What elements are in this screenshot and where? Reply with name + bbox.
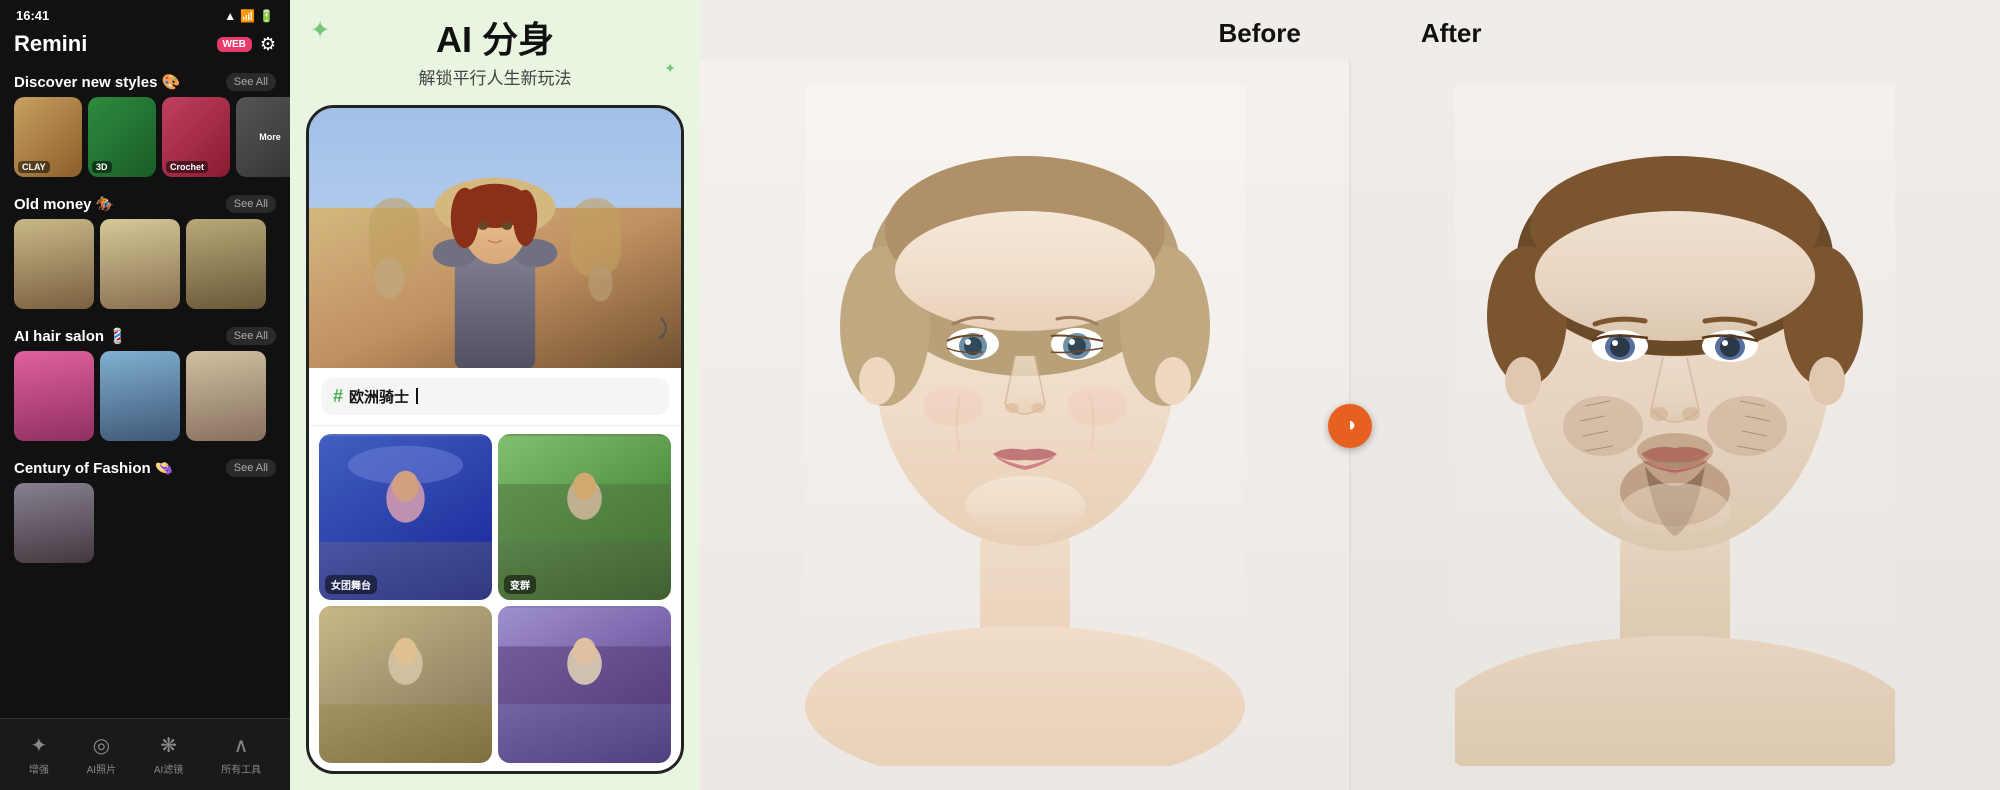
compare-icon: ◑ bbox=[1344, 414, 1356, 437]
hash-icon: # bbox=[333, 386, 343, 407]
hair-item-3[interactable] bbox=[186, 351, 266, 441]
hair-item-1[interactable] bbox=[14, 351, 94, 441]
face-after bbox=[1350, 61, 2000, 790]
hair-salon-row bbox=[0, 351, 290, 451]
old-money-see-all[interactable]: See All bbox=[226, 195, 276, 213]
old-money-item-1[interactable] bbox=[14, 219, 94, 309]
discover-see-all[interactable]: See All bbox=[226, 73, 276, 91]
middle-subtitle: 解锁平行人生新玩法 bbox=[306, 64, 684, 89]
before-after-header: Before After bbox=[700, 0, 2000, 61]
card-3-image bbox=[319, 606, 492, 706]
bottom-item-all-tools[interactable]: ∧ 所有工具 bbox=[221, 733, 261, 776]
old-money-header: Old money 🏇 See All bbox=[0, 187, 290, 219]
fashion-title: Century of Fashion 👒 bbox=[14, 459, 174, 477]
grid-card-3[interactable] bbox=[319, 606, 492, 763]
app-title: Remini bbox=[14, 31, 87, 57]
card-4-image bbox=[498, 606, 671, 706]
status-icons: ▲ 📶 🔋 bbox=[224, 9, 274, 23]
hair-salon-title: AI hair salon 💈 bbox=[14, 327, 127, 345]
card-1-label: 女团舞台 bbox=[325, 575, 377, 594]
style-item-crochet[interactable]: Crochet bbox=[162, 97, 230, 177]
style-item-more[interactable]: More bbox=[236, 97, 290, 177]
hero-svg bbox=[309, 108, 681, 368]
fashion-row bbox=[0, 483, 290, 567]
wifi-icon: ▲ bbox=[224, 9, 236, 23]
middle-title: AI 分身 bbox=[306, 20, 684, 60]
battery-icon: 🔋 bbox=[259, 9, 274, 23]
divider-handle[interactable]: ◑ bbox=[1328, 404, 1372, 448]
crochet-label: Crochet bbox=[166, 161, 208, 173]
signal-icon: 📶 bbox=[240, 9, 255, 23]
fashion-see-all[interactable]: See All bbox=[226, 459, 276, 477]
before-label: Before bbox=[1158, 18, 1360, 49]
grid-card-1[interactable]: 女团舞台 bbox=[319, 434, 492, 601]
enhance-label: 增强 bbox=[29, 761, 49, 776]
card-1-image bbox=[319, 434, 492, 544]
phone-mockup: # 欧洲骑士 bbox=[306, 105, 684, 774]
status-bar: 16:41 ▲ 📶 🔋 bbox=[0, 0, 290, 27]
hair-salon-see-all[interactable]: See All bbox=[226, 327, 276, 345]
ai-filter-icon: ❋ bbox=[160, 733, 177, 758]
right-panel: Before After bbox=[700, 0, 2000, 790]
ai-filter-label: AI滤镜 bbox=[154, 761, 183, 776]
3d-label: 3D bbox=[92, 161, 112, 173]
face-before bbox=[700, 61, 1350, 790]
old-money-item-3[interactable] bbox=[186, 219, 266, 309]
header-badges: WEB ⚙ bbox=[217, 34, 276, 55]
scroll-content[interactable]: Discover new styles 🎨 See All CLAY 3D Cr… bbox=[0, 65, 290, 790]
more-label: More bbox=[259, 132, 281, 142]
all-tools-icon: ∧ bbox=[234, 733, 249, 758]
hair-salon-header: AI hair salon 💈 See All bbox=[0, 319, 290, 351]
old-money-title: Old money 🏇 bbox=[14, 195, 114, 213]
web-badge[interactable]: WEB bbox=[217, 37, 252, 52]
time: 16:41 bbox=[16, 8, 49, 23]
style-item-3d[interactable]: 3D bbox=[88, 97, 156, 177]
female-face-svg bbox=[805, 86, 1245, 766]
style-item-clay[interactable]: CLAY bbox=[14, 97, 82, 177]
card-2-label: 变群 bbox=[504, 575, 536, 594]
ai-photo-label: AI照片 bbox=[87, 761, 116, 776]
input-text: 欧洲骑士 bbox=[349, 386, 409, 407]
deco-star-1: ✦ bbox=[310, 16, 330, 45]
fashion-item-1[interactable] bbox=[14, 483, 94, 563]
gear-icon[interactable]: ⚙ bbox=[260, 34, 276, 55]
clay-label: CLAY bbox=[18, 161, 50, 173]
mockup-input-area: # 欧洲骑士 bbox=[309, 368, 681, 426]
discover-header: Discover new styles 🎨 See All bbox=[0, 65, 290, 97]
discover-title: Discover new styles 🎨 bbox=[14, 73, 180, 91]
grid-card-4[interactable] bbox=[498, 606, 671, 763]
bottom-bar: ✦ 增强 ◎ AI照片 ❋ AI滤镜 ∧ 所有工具 bbox=[0, 718, 290, 790]
deco-star-2: ✦ bbox=[664, 60, 676, 77]
app-header: Remini WEB ⚙ bbox=[0, 27, 290, 65]
bottom-item-ai-photo[interactable]: ◎ AI照片 bbox=[87, 733, 116, 776]
arrow-icon bbox=[631, 308, 671, 348]
all-tools-label: 所有工具 bbox=[221, 761, 261, 776]
ai-photo-icon: ◎ bbox=[93, 733, 110, 758]
mockup-hero-image bbox=[309, 108, 681, 368]
hair-item-2[interactable] bbox=[100, 351, 180, 441]
enhance-icon: ✦ bbox=[30, 733, 47, 758]
cursor bbox=[416, 388, 418, 404]
bottom-item-ai-filter[interactable]: ❋ AI滤镜 bbox=[154, 733, 183, 776]
grid-card-2[interactable]: 变群 bbox=[498, 434, 671, 601]
old-money-row bbox=[0, 219, 290, 319]
phone-panel: 16:41 ▲ 📶 🔋 Remini WEB ⚙ Discover new st… bbox=[0, 0, 290, 790]
mockup-input-box[interactable]: # 欧洲骑士 bbox=[321, 378, 669, 415]
after-label: After bbox=[1361, 18, 1542, 49]
face-comparison: ◑ bbox=[700, 61, 2000, 790]
middle-panel: ✦ ✦ AI 分身 解锁平行人生新玩法 bbox=[290, 0, 700, 790]
bottom-item-enhance[interactable]: ✦ 增强 bbox=[29, 733, 49, 776]
discover-row: CLAY 3D Crochet More bbox=[0, 97, 290, 187]
card-2-image bbox=[498, 434, 671, 544]
mockup-grid: 女团舞台 变群 bbox=[309, 426, 681, 771]
fashion-header: Century of Fashion 👒 See All bbox=[0, 451, 290, 483]
old-money-item-2[interactable] bbox=[100, 219, 180, 309]
male-face-svg bbox=[1455, 86, 1895, 766]
